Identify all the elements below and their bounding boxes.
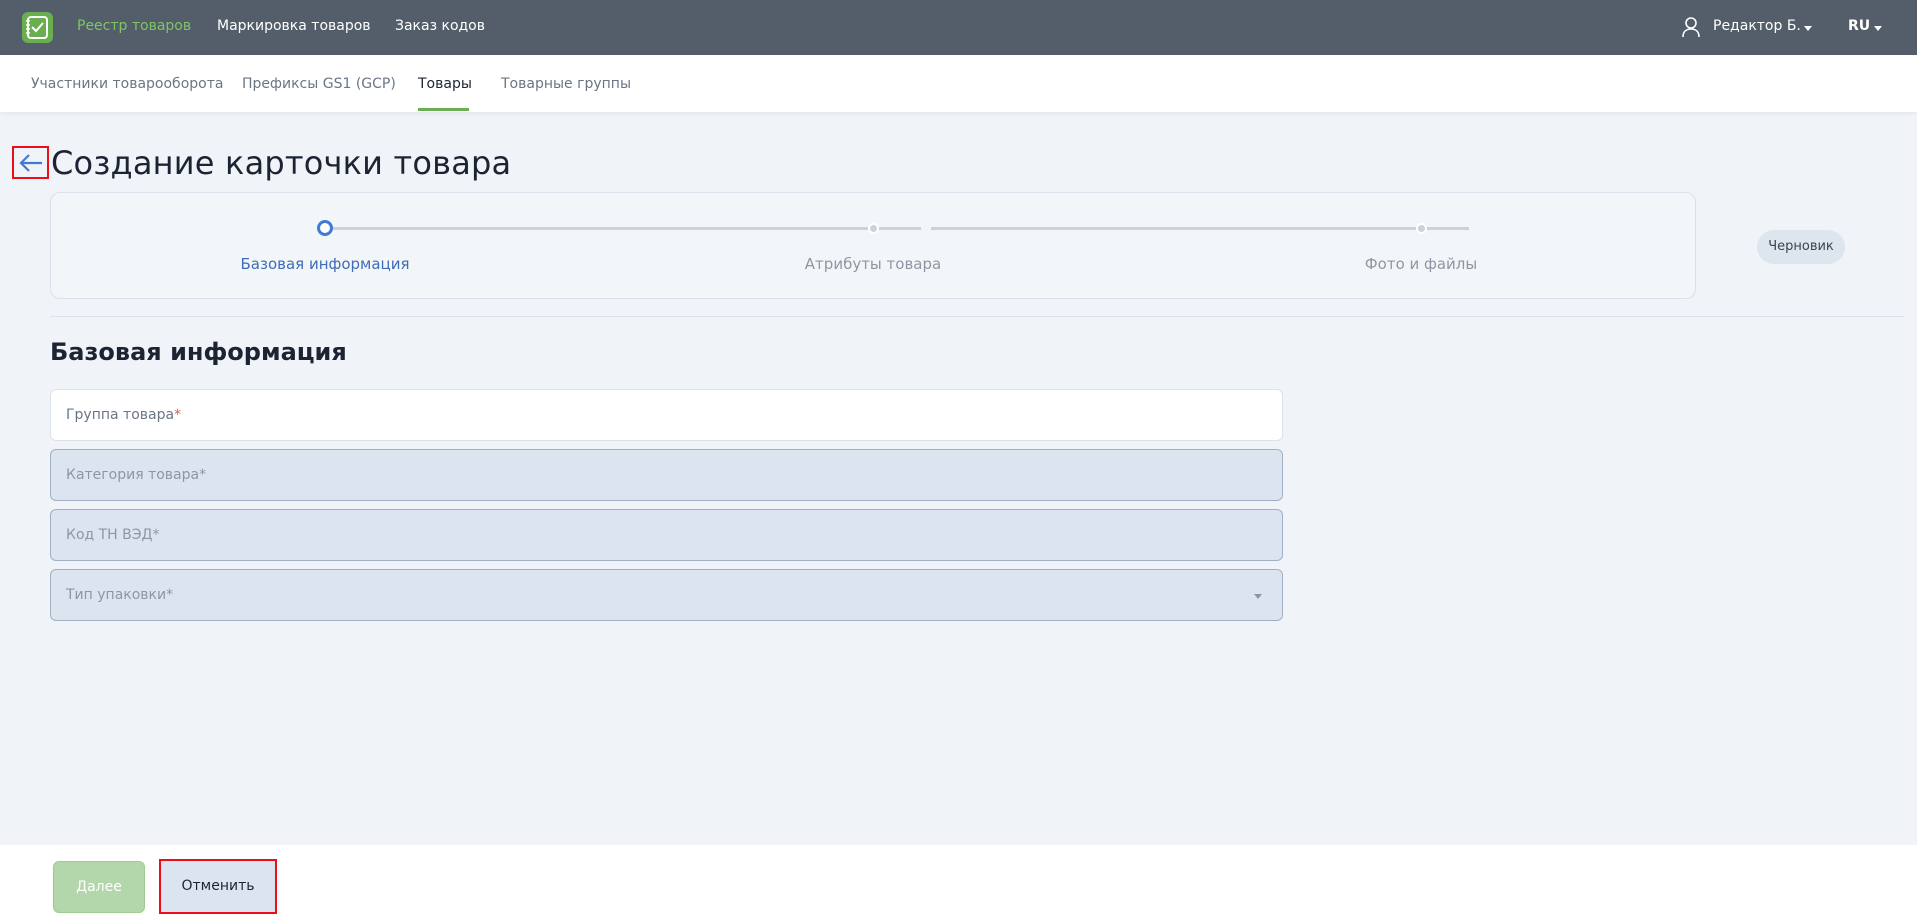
cancel-button[interactable]: Отменить xyxy=(159,859,277,914)
tab-products[interactable]: Товары xyxy=(418,76,472,92)
back-button[interactable] xyxy=(12,146,49,179)
chevron-down-icon[interactable] xyxy=(1874,26,1882,31)
step-label-basic-info: Базовая информация xyxy=(240,255,410,273)
product-category-field: Категория товара* xyxy=(50,449,1283,501)
page-title: Создание карточки товара xyxy=(51,144,512,182)
chevron-down-icon[interactable] xyxy=(1804,26,1812,31)
top-navbar: Реестр товаров Маркировка товаров Заказ … xyxy=(0,0,1917,55)
field-label: Код ТН ВЭД* xyxy=(66,527,160,543)
step-dot-pending xyxy=(868,223,879,234)
field-label: Категория товара* xyxy=(66,467,207,483)
step-dot-pending xyxy=(1416,223,1427,234)
tn-ved-code-field: Код ТН ВЭД* xyxy=(50,509,1283,561)
chevron-down-icon xyxy=(1254,594,1262,599)
arrow-left-icon xyxy=(19,154,42,172)
progress-stepper: Базовая информация Атрибуты товара Фото … xyxy=(50,192,1696,299)
step-label-attributes: Атрибуты товара xyxy=(804,255,942,273)
section-title: Базовая информация xyxy=(50,338,347,366)
topnav-item-marking[interactable]: Маркировка товаров xyxy=(217,18,371,34)
tab-gs1-prefixes[interactable]: Префиксы GS1 (GCP) xyxy=(242,76,396,92)
field-label: Тип упаковки* xyxy=(66,587,174,603)
step-connector xyxy=(931,227,1469,230)
field-label: Группа товара* xyxy=(66,407,182,423)
product-group-field[interactable]: Группа товара* xyxy=(50,389,1283,441)
divider xyxy=(50,316,1904,317)
next-button[interactable]: Далее xyxy=(53,861,145,913)
subnav-tabs: Участники товарооборота Префиксы GS1 (GC… xyxy=(0,55,1917,112)
status-badge: Черновик xyxy=(1757,230,1845,264)
step-connector xyxy=(333,227,921,230)
user-menu[interactable]: Редактор Б. xyxy=(1713,18,1801,34)
topnav-item-registry[interactable]: Реестр товаров xyxy=(77,18,191,34)
tab-product-groups[interactable]: Товарные группы xyxy=(501,76,631,92)
language-selector[interactable]: RU xyxy=(1848,18,1870,34)
package-type-select: Тип упаковки* xyxy=(50,569,1283,621)
tab-participants[interactable]: Участники товарооборота xyxy=(31,76,223,92)
footer-actions: Далее Отменить xyxy=(0,845,1917,922)
step-label-photos-files: Фото и файлы xyxy=(1364,255,1478,273)
checklist-icon[interactable] xyxy=(22,12,53,43)
user-icon[interactable] xyxy=(1681,16,1701,42)
topnav-item-code-order[interactable]: Заказ кодов xyxy=(395,18,485,34)
step-dot-current xyxy=(317,220,333,236)
active-tab-indicator xyxy=(418,108,469,111)
